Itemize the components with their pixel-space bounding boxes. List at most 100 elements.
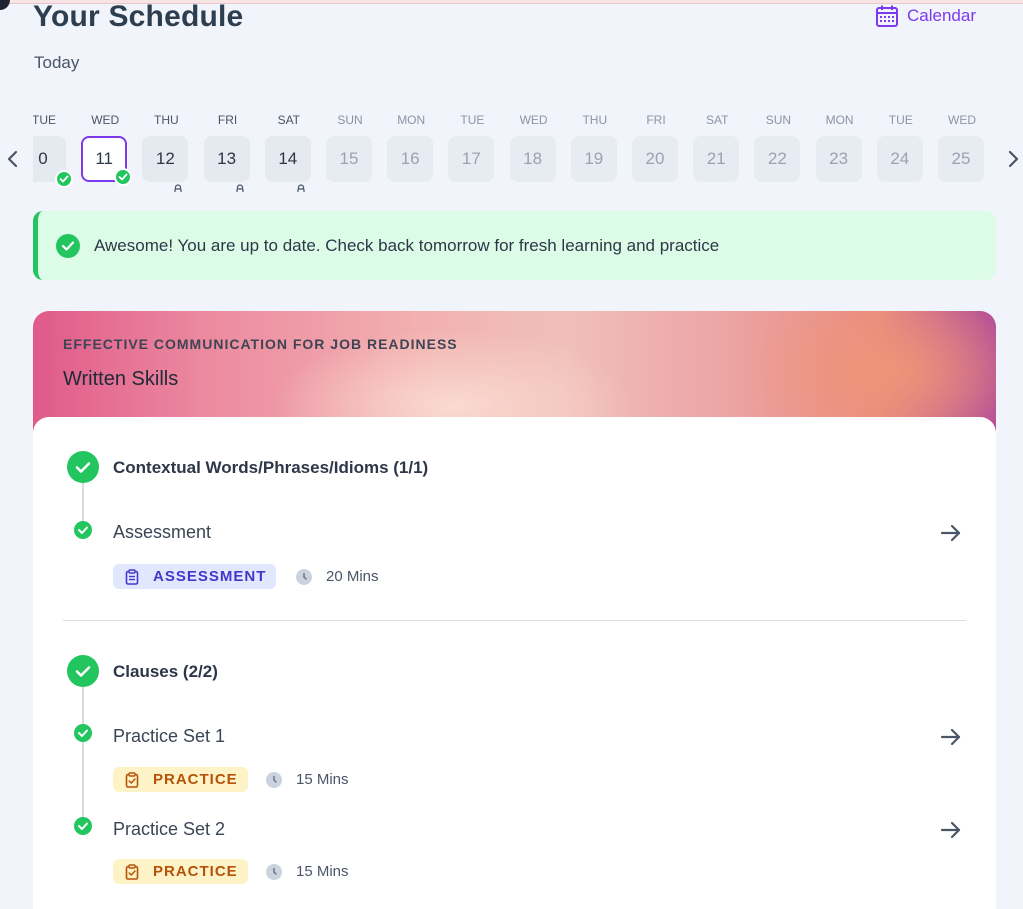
arrow-right-icon	[940, 728, 961, 746]
day-17[interactable]: TUE 17	[448, 112, 496, 182]
day-number[interactable]: 16	[387, 136, 434, 182]
topic-title: Clauses (2/2)	[113, 662, 218, 681]
day-14[interactable]: SAT 14	[264, 112, 313, 192]
day-number[interactable]: 20	[632, 136, 678, 182]
day-11[interactable]: WED 11	[81, 112, 133, 186]
day-number-label: 13	[217, 149, 237, 168]
day-number[interactable]: 25	[938, 136, 984, 182]
lock-icon	[296, 168, 306, 192]
day-of-week: FRI	[217, 113, 238, 127]
item-complete-icon	[74, 521, 92, 539]
day-20[interactable]: FRI 20	[632, 112, 680, 182]
topic-title: Contextual Words/Phrases/Idioms (1/1)	[113, 458, 429, 477]
course-program: EFFECTIVE COMMUNICATION FOR JOB READINES…	[63, 336, 458, 352]
day-of-week: WED	[519, 113, 548, 127]
item-title[interactable]: Practice Set 2	[113, 819, 225, 840]
day-19[interactable]: THU 19	[570, 112, 619, 182]
open-assessment-button[interactable]	[939, 521, 963, 545]
topic-complete-icon	[67, 451, 99, 483]
day-of-week: SAT	[277, 113, 301, 127]
open-practice-set-2-button[interactable]	[939, 818, 963, 842]
day-0[interactable]: TUE 0	[33, 112, 73, 188]
completed-check-icon	[55, 170, 73, 188]
day-number[interactable]: 23	[815, 136, 862, 182]
practice-badge: PRACTICE	[113, 859, 248, 884]
day-of-week: SAT	[705, 113, 729, 127]
course-title: Written Skills	[63, 368, 179, 390]
day-strip: TUE 0 WED 11 THU 12 FRI 13 SAT 14 SUN 15 MON 16 TUE 17 W…	[33, 112, 993, 192]
day-22[interactable]: SUN 22	[754, 112, 802, 182]
day-of-week: MON	[397, 113, 426, 127]
day-number[interactable]: 12	[142, 136, 189, 192]
day-number-label: 12	[155, 149, 175, 168]
day-number[interactable]: 0	[33, 136, 73, 188]
day-of-week: THU	[582, 113, 608, 127]
next-days-button[interactable]	[1006, 147, 1022, 171]
day-of-week: THU	[154, 113, 179, 127]
day-25[interactable]: WED 25	[938, 112, 986, 182]
day-16[interactable]: MON 16	[387, 112, 435, 182]
day-number-label: 16	[400, 149, 420, 168]
topic-divider	[63, 620, 966, 621]
day-number[interactable]: 11	[81, 136, 133, 186]
arrow-right-icon	[940, 524, 961, 542]
open-practice-set-1-button[interactable]	[939, 725, 963, 749]
day-of-week: WED	[91, 113, 120, 127]
day-23[interactable]: MON 23	[815, 112, 864, 182]
badge-label: ASSESSMENT	[153, 568, 267, 585]
day-15[interactable]: SUN 15	[326, 112, 374, 182]
chevron-right-icon	[1008, 150, 1019, 168]
day-number-label: 0	[38, 149, 48, 168]
day-number[interactable]: 18	[509, 136, 556, 182]
clock-icon	[266, 864, 282, 880]
course-card: EFFECTIVE COMMUNICATION FOR JOB READINES…	[33, 311, 996, 909]
item-title[interactable]: Practice Set 1	[113, 726, 225, 747]
calendar-button[interactable]: Calendar	[875, 4, 976, 28]
practice-badge: PRACTICE	[113, 767, 248, 792]
day-number[interactable]: 13	[203, 136, 250, 192]
assessment-badge: ASSESSMENT	[113, 564, 277, 589]
check-circle-icon	[56, 233, 80, 258]
day-24[interactable]: TUE 24	[876, 112, 925, 182]
item-title[interactable]: Assessment	[113, 522, 211, 543]
day-of-week: MON	[825, 113, 854, 127]
clock-icon	[266, 772, 282, 788]
calendar-icon	[875, 4, 899, 28]
item-complete-icon	[74, 724, 92, 742]
banner-text: Awesome! You are up to date. Check back …	[94, 235, 720, 255]
day-of-week: TUE	[888, 113, 913, 127]
up-to-date-banner: Awesome! You are up to date. Check back …	[33, 211, 996, 280]
day-number-label: 20	[645, 149, 665, 168]
day-number-label: 15	[339, 149, 359, 168]
day-number[interactable]: 17	[448, 136, 495, 182]
day-number-label: 14	[278, 149, 298, 168]
day-of-week: TUE	[33, 113, 56, 127]
day-of-week: SUN	[765, 113, 792, 127]
clipboard-icon	[125, 568, 139, 585]
clipboard-check-icon	[125, 863, 139, 880]
day-number[interactable]: 22	[754, 136, 801, 182]
day-number[interactable]: 19	[570, 136, 617, 182]
day-18[interactable]: WED 18	[509, 112, 558, 182]
day-number[interactable]: 15	[326, 136, 372, 182]
day-number[interactable]: 24	[876, 136, 923, 182]
day-number[interactable]: 21	[693, 136, 740, 182]
day-number-label: 25	[951, 149, 971, 168]
day-21[interactable]: SAT 21	[693, 112, 741, 182]
day-of-week: SUN	[337, 113, 363, 127]
day-13[interactable]: FRI 13	[203, 112, 252, 192]
timeline-line	[82, 665, 84, 825]
clipboard-check-icon	[125, 771, 139, 788]
completed-check-icon	[114, 168, 133, 186]
day-number[interactable]: 14	[264, 136, 311, 192]
page-subtitle: Today	[34, 53, 80, 72]
day-of-week: FRI	[646, 113, 666, 127]
item-duration: 20 Mins	[326, 568, 379, 585]
course-body: Contextual Words/Phrases/Idioms (1/1) As…	[33, 417, 996, 909]
clock-icon	[296, 569, 312, 585]
day-of-week: WED	[948, 113, 976, 127]
day-12[interactable]: THU 12	[142, 112, 190, 192]
prev-days-button[interactable]	[4, 147, 20, 171]
day-number-label: 21	[706, 149, 726, 168]
day-number-label: 18	[523, 149, 543, 168]
